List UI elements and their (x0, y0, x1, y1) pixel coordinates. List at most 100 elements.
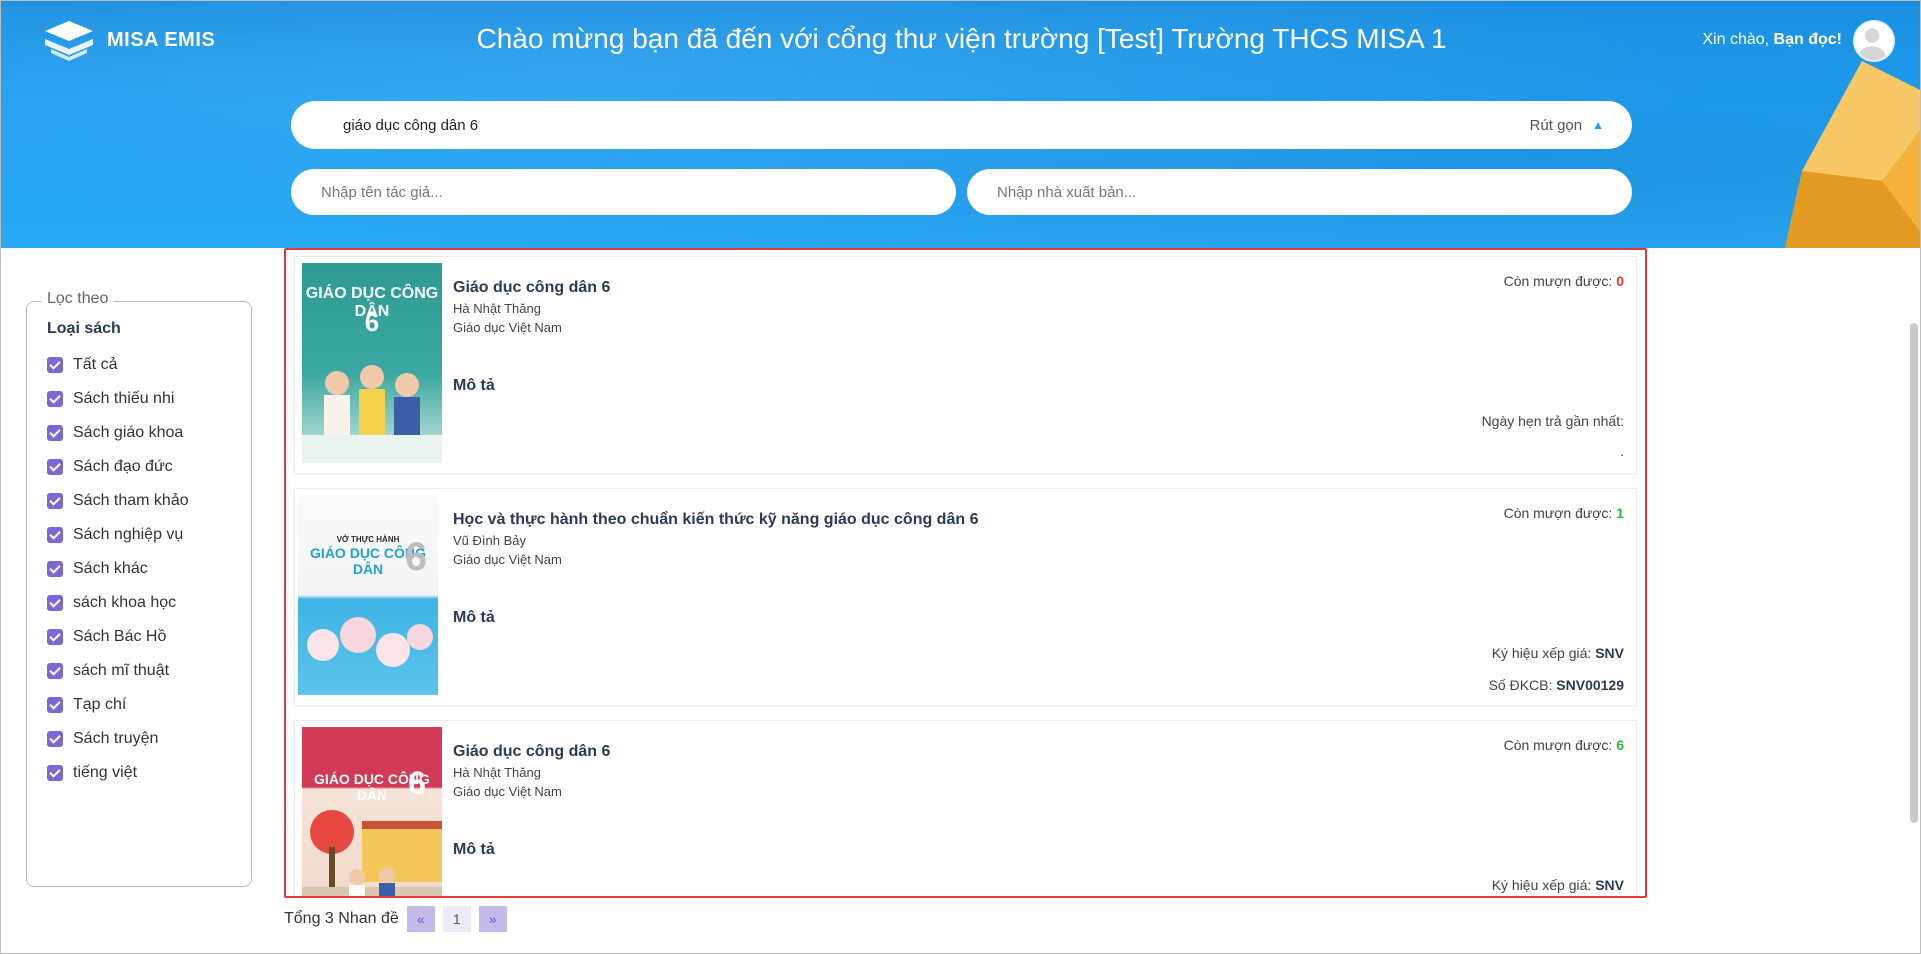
available-label: Còn mượn được: (1503, 273, 1613, 289)
cover-number: 6 (408, 765, 426, 801)
book-card[interactable]: GIÁO DỤC CÔNG DÂN 6 Giáo dục công dân 6 … (294, 720, 1637, 896)
filter-item[interactable]: Sách Bác Hồ (47, 620, 189, 654)
filter-item-label: Sách giáo khoa (73, 424, 184, 441)
school-illustration-icon (302, 810, 442, 896)
decorative-paper-icon (1784, 61, 1920, 248)
book-info: Giáo dục công dân 6 Hà Nhật Thăng Giáo d… (453, 279, 610, 335)
book-author: Hà Nhật Thăng (453, 765, 541, 780)
user-avatar-icon (1858, 28, 1886, 60)
checkbox-checked-icon[interactable] (47, 357, 63, 373)
filter-item-label: Tất cả (73, 356, 118, 373)
checkbox-checked-icon[interactable] (47, 765, 63, 781)
registration-number: Số ĐKCB: SNV00129 (1489, 677, 1624, 693)
shelf-label: Ký hiệu xếp giá: (1491, 877, 1592, 893)
checkbox-checked-icon[interactable] (47, 663, 63, 679)
checkbox-checked-icon[interactable] (47, 527, 63, 543)
avatar[interactable] (1853, 20, 1895, 62)
book-title[interactable]: Học và thực hành theo chuẩn kiến thức kỹ… (453, 511, 978, 529)
filter-item[interactable]: Sách nghiệp vụ (47, 518, 189, 552)
filter-item[interactable]: Sách tham khảo (47, 484, 189, 518)
filter-item[interactable]: Sách truyện (47, 722, 189, 756)
available-label: Còn mượn được: (1503, 505, 1613, 521)
filter-item[interactable]: Tạp chí (47, 688, 189, 722)
greeting-prefix: Xin chào, (1702, 31, 1770, 48)
filter-item-label: Sách thiếu nhi (73, 390, 175, 407)
filter-item-label: tiếng việt (73, 764, 138, 781)
students-illustration-icon (302, 365, 442, 463)
filter-legend: Lọc theo (41, 290, 115, 308)
filter-list: Tất cả Sách thiếu nhi Sách giáo khoa Sác… (47, 348, 189, 790)
prev-page-button[interactable]: « (406, 906, 435, 932)
description-label: Mô tả (453, 377, 495, 394)
user-greeting: Xin chào, Bạn đọc! (1702, 31, 1842, 49)
collapse-toggle[interactable]: Rút gọn ▲ (1530, 117, 1604, 134)
pagination: Tổng 3 Nhan đề « 1 » (284, 906, 507, 932)
search-bar[interactable]: giáo dục công dân 6 Rút gọn ▲ (291, 101, 1632, 149)
book-cover-image[interactable]: GIÁO DỤC CÔNG DÂN 6 (302, 727, 442, 896)
available-count: Còn mượn được: 6 (1504, 737, 1624, 753)
due-date-label: Ngày hẹn trả gần nhất: (1481, 413, 1624, 429)
filter-item-label: Sách đạo đức (73, 458, 173, 475)
checkbox-checked-icon[interactable] (47, 595, 63, 611)
reg-label: Số ĐKCB: (1488, 677, 1553, 693)
next-page-button[interactable]: » (478, 906, 507, 932)
flowers-illustration-icon (307, 617, 433, 667)
book-publisher: Giáo dục Việt Nam (453, 784, 562, 799)
filter-item-label: Sách truyện (73, 730, 159, 747)
app-frame: MISA EMIS Chào mừng bạn đã đến với cổng … (0, 0, 1921, 954)
checkbox-checked-icon[interactable] (47, 629, 63, 645)
filter-item-label: Sách tham khảo (73, 492, 189, 509)
book-card[interactable]: VỞ THỰC HÀNH GIÁO DỤC CÔNG DÂN 6 Học và … (294, 488, 1637, 706)
shelf-mark: Ký hiệu xếp giá: SNV (1492, 645, 1624, 661)
shelf-value: SNV (1595, 645, 1624, 661)
filter-item[interactable]: sách mĩ thuật (47, 654, 189, 688)
checkbox-checked-icon[interactable] (47, 493, 63, 509)
author-input[interactable]: Nhập tên tác giả... (291, 169, 956, 215)
due-date-value: . (1620, 443, 1624, 459)
filter-item-label: sách khoa học (73, 594, 177, 611)
filter-item[interactable]: Tất cả (47, 348, 189, 382)
filter-item[interactable]: Sách đạo đức (47, 450, 189, 484)
filter-item-label: Sách khác (73, 560, 148, 577)
checkbox-checked-icon[interactable] (47, 731, 63, 747)
filter-panel: Lọc theo Loại sách Tất cả Sách thiếu nhi… (26, 290, 252, 887)
filter-item[interactable]: Sách giáo khoa (47, 416, 189, 450)
shelf-mark: Ký hiệu xếp giá: SNV (1492, 877, 1624, 893)
available-value: 0 (1616, 273, 1624, 289)
filter-item-label: Sách Bác Hồ (73, 628, 167, 645)
publisher-input[interactable]: Nhập nhà xuất bản... (967, 169, 1632, 215)
checkbox-checked-icon[interactable] (47, 697, 63, 713)
collapse-label: Rút gọn (1529, 116, 1583, 134)
book-publisher: Giáo dục Việt Nam (453, 552, 562, 567)
filter-item[interactable]: tiếng việt (47, 756, 189, 790)
total-count: Tổng 3 Nhan đề (284, 910, 399, 927)
description-label: Mô tả (453, 609, 495, 626)
page-1-button[interactable]: 1 (442, 906, 471, 932)
book-info: Học và thực hành theo chuẩn kiến thức kỹ… (453, 511, 978, 567)
scrollbar[interactable] (1910, 323, 1918, 823)
book-publisher: Giáo dục Việt Nam (453, 320, 562, 335)
book-card[interactable]: GIÁO DỤC CÔNG DÂN 6 Giáo dục công dân 6 … (294, 256, 1637, 474)
book-title[interactable]: Giáo dục công dân 6 (453, 279, 610, 297)
filter-item[interactable]: sách khoa học (47, 586, 189, 620)
book-title[interactable]: Giáo dục công dân 6 (453, 743, 610, 761)
checkbox-checked-icon[interactable] (47, 391, 63, 407)
checkbox-checked-icon[interactable] (47, 561, 63, 577)
header-banner: MISA EMIS Chào mừng bạn đã đến với cổng … (1, 1, 1920, 248)
filter-item[interactable]: Sách thiếu nhi (47, 382, 189, 416)
book-cover-image[interactable]: VỞ THỰC HÀNH GIÁO DỤC CÔNG DÂN 6 (298, 495, 438, 695)
filter-group-title: Loại sách (47, 320, 121, 337)
filter-item-label: Tạp chí (73, 696, 127, 713)
checkbox-checked-icon[interactable] (47, 425, 63, 441)
greeting-name: Bạn đọc! (1773, 31, 1842, 48)
welcome-title: Chào mừng bạn đã đến với cổng thư viện t… (476, 23, 1447, 54)
description-label: Mô tả (453, 841, 495, 858)
available-label: Còn mượn được: (1503, 737, 1613, 753)
checkbox-checked-icon[interactable] (47, 459, 63, 475)
book-info: Giáo dục công dân 6 Hà Nhật Thăng Giáo d… (453, 743, 610, 799)
reg-value: SNV00129 (1556, 677, 1624, 693)
book-cover-image[interactable]: GIÁO DỤC CÔNG DÂN 6 (302, 263, 442, 463)
filter-item[interactable]: Sách khác (47, 552, 189, 586)
search-input[interactable]: giáo dục công dân 6 (343, 117, 1530, 134)
book-author: Hà Nhật Thăng (453, 301, 541, 316)
